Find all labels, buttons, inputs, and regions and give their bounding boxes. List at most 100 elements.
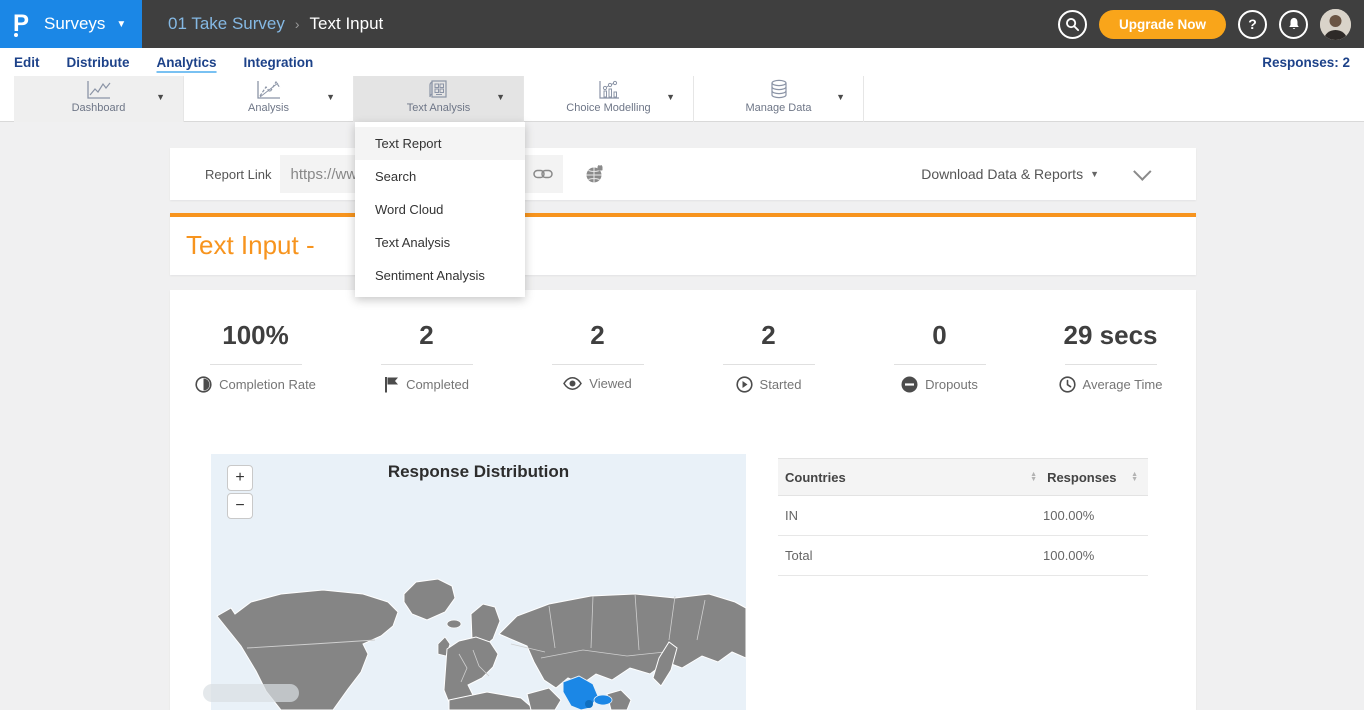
column-header-countries[interactable]: Countries [785,470,1024,485]
product-switcher[interactable]: P Surveys ▼ [0,0,142,48]
map-zoom-out-button[interactable]: − [227,493,253,519]
bell-icon [1287,17,1301,31]
chevron-down-icon[interactable]: ▼ [156,92,165,102]
stat-dropouts: 0 Dropouts [854,320,1025,393]
report-url-value: https://ww [290,166,357,183]
globe-lock-icon[interactable] [585,165,604,184]
stat-value: 29 secs [1064,320,1158,351]
question-title-panel: Text Input - [170,213,1196,275]
tab-label: Text Analysis [407,102,471,114]
eye-icon [563,377,582,390]
questionpro-logo-icon: P [13,11,35,37]
flag-icon [384,376,399,393]
menu-item-word-cloud[interactable]: Word Cloud [355,193,525,226]
play-circle-icon [736,376,753,393]
link-icon[interactable] [533,168,553,180]
breadcrumb-survey-link[interactable]: 01 Take Survey [168,14,285,34]
nav-item-integration[interactable]: Integration [244,52,314,73]
breadcrumb: 01 Take Survey › Text Input [168,14,383,34]
chevron-down-icon[interactable]: ▼ [836,92,845,102]
tab-label: Manage Data [745,102,811,114]
stat-value: 2 [761,320,775,351]
download-data-reports-button[interactable]: Download Data & Reports [921,166,1083,182]
scatter-chart-icon [597,79,621,101]
tab-text-analysis[interactable]: Text Analysis ▼ [354,76,524,122]
tab-label: Choice Modelling [566,102,650,114]
sort-icon[interactable]: ▲▼ [1131,472,1138,482]
avatar-photo-icon [1320,9,1351,40]
stat-label: Completed [406,377,469,392]
stat-value: 2 [590,320,604,351]
tab-manage-data[interactable]: Manage Data ▼ [694,76,864,122]
map-title: Response Distribution [211,454,746,482]
help-button[interactable]: ? [1238,10,1267,39]
nav-item-analytics[interactable]: Analytics [157,52,217,73]
chevron-down-icon[interactable]: ▼ [326,92,335,102]
stat-label: Average Time [1083,377,1163,392]
tab-label: Analysis [248,102,289,114]
topbar-actions: Upgrade Now ? [1058,9,1364,40]
chevron-down-icon[interactable]: ▼ [496,92,505,102]
nav-item-distribute[interactable]: Distribute [67,52,130,73]
stat-label: Dropouts [925,377,978,392]
column-header-responses[interactable]: Responses [1047,470,1125,485]
stat-viewed: 2 Viewed [512,320,683,393]
responses-cell: 100.00% [1043,548,1138,563]
analysis-chart-icon [256,79,282,101]
breadcrumb-separator-icon: › [295,16,300,32]
map-response-marker[interactable] [585,700,593,708]
country-cell: Total [785,548,1043,563]
database-icon [768,79,790,101]
stat-label: Viewed [589,376,631,391]
survey-nav: Edit Distribute Analytics Integration Re… [0,48,1364,76]
menu-item-search[interactable]: Search [355,160,525,193]
report-link-bar: Report Link https://ww Download Data & R… [170,148,1196,200]
nav-item-edit[interactable]: Edit [14,52,40,73]
search-button[interactable] [1058,10,1087,39]
response-distribution-map: Response Distribution + − [211,454,746,710]
breadcrumb-current-page: Text Input [310,14,384,34]
stat-label: Started [760,377,802,392]
chevron-down-icon[interactable]: ▼ [666,92,675,102]
countries-table: Countries ▲▼ Responses ▲▼ IN 100.00% Tot… [778,458,1148,576]
menu-item-text-analysis[interactable]: Text Analysis [355,226,525,259]
report-content-panel: 100% Completion Rate 2 Completed 2 [170,290,1196,710]
top-bar: P Surveys ▼ 01 Take Survey › Text Input … [0,0,1364,48]
stat-completed: 2 Completed [341,320,512,393]
map-zoom-controls: + − [227,465,253,519]
user-avatar[interactable] [1320,9,1351,40]
notifications-button[interactable] [1279,10,1308,39]
product-name[interactable]: Surveys [44,14,105,34]
chevron-down-icon: ▼ [116,19,126,30]
stat-label: Completion Rate [219,377,316,392]
stat-completion-rate: 100% Completion Rate [170,320,341,393]
collapse-section-chevron-icon[interactable] [1133,162,1151,180]
tab-analysis[interactable]: Analysis ▼ [184,76,354,122]
upgrade-now-button[interactable]: Upgrade Now [1099,10,1226,39]
table-row: IN 100.00% [778,496,1148,536]
tab-dashboard[interactable]: Dashboard ▼ [14,76,184,122]
countries-table-header: Countries ▲▼ Responses ▲▼ [778,458,1148,496]
responses-count[interactable]: Responses: 2 [1262,55,1350,70]
minus-circle-icon [901,376,918,393]
sort-icon[interactable]: ▲▼ [1030,472,1037,482]
tab-label: Dashboard [72,102,126,114]
map-zoom-in-button[interactable]: + [227,465,253,491]
table-row: Total 100.00% [778,536,1148,576]
menu-item-text-report[interactable]: Text Report [355,127,525,160]
text-analysis-menu: Text Report Search Word Cloud Text Analy… [355,122,525,297]
analytics-toolbar: Dashboard ▼ Analysis ▼ Text Analysis ▼ C… [0,76,1364,122]
country-cell: IN [785,508,1043,523]
responses-cell: 100.00% [1043,508,1138,523]
page-title: Text Input - [170,217,1196,261]
map-attribution-pill [203,684,299,702]
menu-item-sentiment-analysis[interactable]: Sentiment Analysis [355,259,525,292]
question-mark-icon: ? [1248,16,1257,32]
chevron-down-icon[interactable]: ▼ [1090,169,1099,179]
tab-choice-modelling[interactable]: Choice Modelling ▼ [524,76,694,122]
report-link-label: Report Link [205,167,271,182]
download-controls: Download Data & Reports ▼ [921,166,1146,182]
text-report-icon [428,79,450,101]
stat-value: 2 [419,320,433,351]
contrast-icon [195,376,212,393]
